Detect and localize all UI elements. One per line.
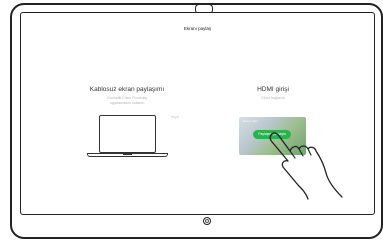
home-button[interactable] [203,217,211,225]
hdmi-input-title: HDMI girişi [257,86,289,93]
hand-pointer-icon [269,132,343,200]
wireless-share-subtitle-2: uygulamasını kullanın [109,101,145,105]
or-divider: veya [171,115,179,119]
screen-title: Ekranı paylaş [183,26,212,31]
touch-panel-device: Ekranı paylaş [10,3,383,239]
hdmi-preview-caption: Sunum hazır [243,120,258,123]
laptop-icon [85,115,170,165]
wireless-share-title: Kablosuz ekran paylaşımı [89,86,165,93]
hdmi-input-subtitle: Cihaz bağlandı [261,96,285,100]
